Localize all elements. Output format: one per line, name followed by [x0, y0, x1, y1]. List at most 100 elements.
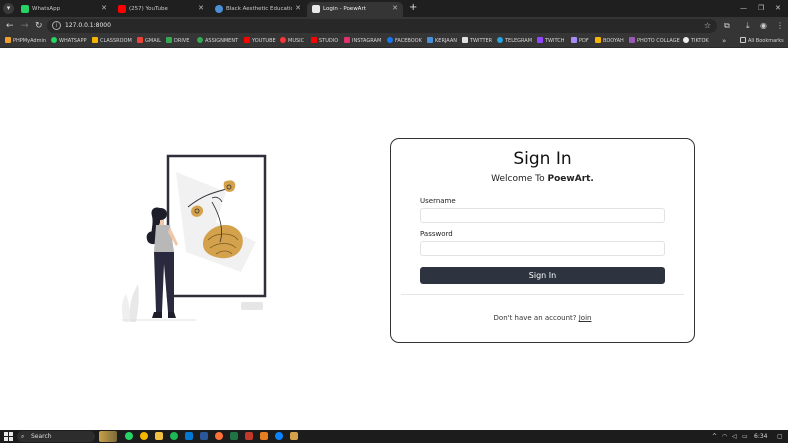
bookmark-instagram[interactable]: INSTAGRAM	[344, 37, 381, 46]
bookmark-label: GMAIL	[145, 38, 161, 44]
bookmark-youtube[interactable]: YOUTUBE	[244, 37, 276, 46]
whatsapp-icon	[51, 37, 57, 43]
spotify-icon[interactable]	[170, 432, 178, 440]
taskbar-search[interactable]: ⌕ Search	[17, 431, 95, 442]
chrome-icon[interactable]	[140, 432, 148, 440]
taskbar-search-label: Search	[31, 433, 52, 440]
tray-overflow-icon[interactable]: ^	[712, 432, 717, 441]
maximize-icon[interactable]: ❐	[758, 3, 764, 13]
bookmark-twitch[interactable]: TWITCH	[537, 37, 565, 46]
bookmark-phpmyadmin[interactable]: PHPMyAdmin	[5, 37, 46, 46]
battery-icon[interactable]: ▭	[742, 432, 748, 441]
facebook-icon	[387, 37, 393, 43]
firefox-icon[interactable]	[215, 432, 223, 440]
file-explorer-icon[interactable]	[155, 432, 163, 440]
bookmark-pdf[interactable]: PDF	[571, 37, 589, 46]
instagram-icon	[344, 37, 350, 43]
globe-icon	[215, 5, 223, 13]
login-card: Sign In Welcome To PoewArt. Username Pas…	[390, 138, 695, 343]
bookmark-star-icon[interactable]: ☆	[704, 20, 711, 31]
download-icon[interactable]: ⤓	[746, 21, 750, 31]
gmail-icon	[137, 37, 143, 43]
photo-collage-icon	[629, 37, 635, 43]
minimize-icon[interactable]: —	[740, 3, 747, 13]
bookmark-booyah[interactable]: BOOYAH	[595, 37, 624, 46]
page-title: Sign In	[513, 149, 572, 169]
app-icon[interactable]	[290, 432, 298, 440]
bookmark-studio[interactable]: STUDIO	[311, 37, 338, 46]
bookmark-tiktok[interactable]: TIKTOK	[683, 37, 709, 46]
tab-black-aesthetic[interactable]: Black Aesthetic Education On... ✕	[210, 2, 306, 17]
bookmark-label: KERJAAN	[435, 38, 458, 44]
picture-frame	[166, 154, 267, 298]
close-icon[interactable]: ✕	[295, 4, 301, 13]
notifications-icon[interactable]: ▢	[777, 432, 783, 441]
address-bar[interactable]: i 127.0.0.1:8000 ☆	[47, 19, 717, 33]
taskbar: ⌕ Search ^ ◠ ◁ ▭ 6:34 ▢	[0, 430, 788, 443]
bookmark-classroom[interactable]: CLASSROOM	[92, 37, 132, 46]
new-tab-icon[interactable]: +	[409, 2, 417, 14]
bookmark-photo-collage[interactable]: PHOTO COLLAGE	[629, 37, 680, 46]
widgets-icon[interactable]	[99, 431, 117, 442]
tab-youtube[interactable]: (257) YouTube ✕	[113, 2, 209, 17]
profile-icon[interactable]: ◉	[760, 21, 767, 31]
twitter-x-icon	[462, 37, 468, 43]
whatsapp-icon[interactable]	[125, 432, 133, 440]
phpmyadmin-icon	[5, 37, 11, 43]
bookmark-label: TWITTER	[470, 38, 493, 44]
bookmark-twitter[interactable]: TWITTER	[462, 37, 492, 46]
tab-title: (257) YouTube	[129, 6, 168, 12]
window-close-icon[interactable]: ✕	[775, 3, 781, 13]
password-input[interactable]	[420, 241, 665, 256]
bookmark-label: MUSIC	[288, 38, 305, 44]
bookmark-label: TWITCH	[545, 38, 565, 44]
app-icon[interactable]	[260, 432, 268, 440]
site-info-icon[interactable]: i	[52, 21, 61, 30]
app-icon[interactable]	[245, 432, 253, 440]
tab-search-button[interactable]: ▾	[3, 3, 14, 14]
word-icon[interactable]	[200, 432, 208, 440]
assignment-icon	[197, 37, 203, 43]
windows-start-icon[interactable]	[4, 432, 13, 441]
address-url[interactable]: 127.0.0.1:8000	[65, 21, 111, 31]
bookmark-drive[interactable]: DRIVE	[166, 37, 189, 46]
extensions-icon[interactable]: ⧉	[724, 21, 730, 31]
bookmark-gmail[interactable]: GMAIL	[137, 37, 161, 46]
menu-kebab-icon[interactable]: ⋮	[776, 21, 784, 31]
volume-icon[interactable]: ◁	[732, 432, 737, 441]
bookmark-label: DRIVE	[174, 38, 190, 44]
frame-base	[241, 302, 263, 310]
bookmark-whatsapp[interactable]: WHATSAPP	[51, 37, 87, 46]
bookmark-facebook[interactable]: FACEBOOK	[387, 37, 422, 46]
bookmark-music[interactable]: MUSIC	[280, 37, 304, 46]
bookmark-label: BOOYAH	[603, 38, 624, 44]
vscode-icon[interactable]	[185, 432, 193, 440]
bookmark-kerjaan[interactable]: KERJAAN	[427, 37, 457, 46]
join-link[interactable]: Join	[579, 314, 592, 322]
wifi-icon[interactable]: ◠	[722, 432, 727, 441]
twitch-icon	[537, 37, 543, 43]
username-input[interactable]	[420, 208, 665, 223]
signup-prompt-text: Don't have an account?	[493, 314, 577, 322]
tab-login-poewart[interactable]: Login - PoewArt ✕	[307, 2, 403, 17]
bookmark-telegram[interactable]: TELEGRAM	[497, 37, 532, 46]
forward-icon[interactable]: →	[21, 20, 29, 32]
bookmarks-overflow-icon[interactable]: »	[722, 36, 726, 46]
sign-in-button[interactable]: Sign In	[420, 267, 665, 284]
close-icon[interactable]: ✕	[101, 4, 107, 13]
bookmark-assignment[interactable]: ASSIGNMENT	[197, 37, 238, 46]
edge-icon[interactable]	[275, 432, 283, 440]
drive-icon	[166, 37, 172, 43]
excel-icon[interactable]	[230, 432, 238, 440]
bookmark-label: INSTAGRAM	[352, 38, 382, 44]
reload-icon[interactable]: ↻	[35, 20, 43, 32]
signup-prompt: Don't have an account? Join	[391, 314, 694, 323]
whatsapp-icon	[21, 5, 29, 13]
bookmark-label: WHATSAPP	[59, 38, 87, 44]
tab-whatsapp[interactable]: WhatsApp ✕	[16, 2, 112, 17]
all-bookmarks[interactable]: All Bookmarks	[740, 37, 784, 46]
close-icon[interactable]: ✕	[198, 4, 204, 13]
clock[interactable]: 6:34	[754, 432, 767, 441]
back-icon[interactable]: ←	[6, 20, 14, 32]
close-icon[interactable]: ✕	[392, 4, 398, 13]
